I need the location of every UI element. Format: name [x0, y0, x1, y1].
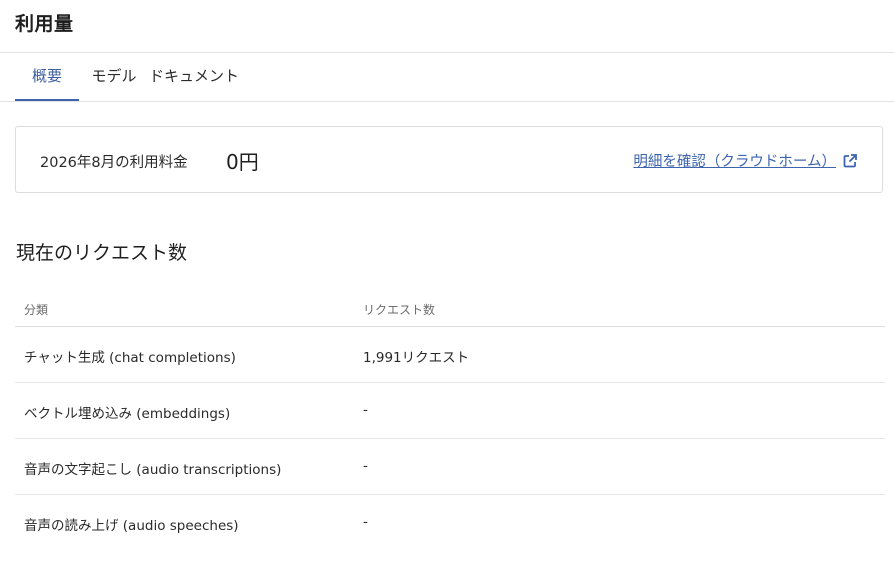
- table-header: 分類 リクエスト数: [15, 290, 885, 327]
- column-header-count: リクエスト数: [363, 303, 436, 317]
- tab-documents[interactable]: ドキュメント: [149, 53, 247, 99]
- monthly-cost-label: 2026年8月の利用料金: [40, 155, 188, 171]
- tabs-divider: [0, 101, 894, 102]
- requests-table: 分類 リクエスト数 チャット生成 (chat completions) 1,99…: [15, 290, 885, 550]
- row-category: 音声の読み上げ (audio speeches): [24, 518, 239, 534]
- view-details-link-label: 明細を確認（クラウドホーム）: [633, 154, 836, 170]
- requests-section-title: 現在のリクエスト数: [16, 242, 188, 264]
- row-count: -: [363, 458, 368, 474]
- row-count: 1,991リクエスト: [363, 350, 470, 366]
- tab-bar: 概要 モデル ドキュメント: [15, 53, 247, 102]
- row-category: 音声の文字起こし (audio transcriptions): [24, 462, 282, 478]
- table-row: チャット生成 (chat completions) 1,991リクエスト: [15, 327, 885, 383]
- page-title: 利用量: [15, 13, 74, 35]
- column-header-category: 分類: [24, 303, 49, 317]
- table-row: 音声の文字起こし (audio transcriptions) -: [15, 439, 885, 495]
- external-link-icon: [843, 153, 857, 167]
- tab-overview[interactable]: 概要: [15, 53, 79, 102]
- usage-page: 利用量 概要 モデル ドキュメント 2026年8月の利用料金 0円 明細を確認（…: [0, 0, 894, 564]
- table-row: 音声の読み上げ (audio speeches) -: [15, 495, 885, 550]
- row-count: -: [363, 402, 368, 418]
- row-category: ベクトル埋め込み (embeddings): [24, 406, 231, 422]
- row-count: -: [363, 514, 368, 530]
- monthly-cost-value: 0円: [226, 150, 259, 174]
- tab-models[interactable]: モデル: [79, 53, 149, 99]
- row-category: チャット生成 (chat completions): [24, 350, 236, 366]
- table-row: ベクトル埋め込み (embeddings) -: [15, 383, 885, 439]
- monthly-cost-card: 2026年8月の利用料金 0円 明細を確認（クラウドホーム）: [15, 126, 883, 193]
- view-details-link[interactable]: 明細を確認（クラウドホーム）: [633, 150, 858, 171]
